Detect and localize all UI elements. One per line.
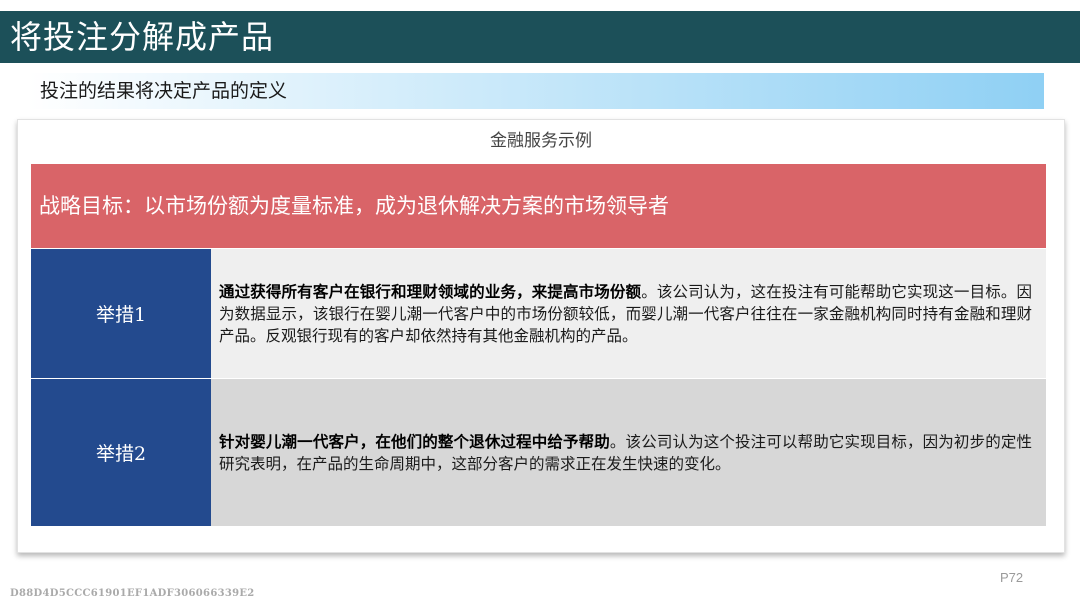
measure-row-2: 举措2 针对婴儿潮一代客户，在他们的整个退休过程中给予帮助。该公司认为这个投注可… xyxy=(31,379,1046,526)
measure-description: 通过获得所有客户在银行和理财领域的业务，来提高市场份额。该公司认为，这在投注有可… xyxy=(219,281,1032,347)
measure-label: 举措2 xyxy=(95,443,147,465)
measure-label-cell: 举措1 xyxy=(31,249,211,378)
measure-headline: 通过获得所有客户在银行和理财领域的业务，来提高市场份额 xyxy=(219,281,642,301)
measure-label: 举措1 xyxy=(95,304,147,326)
strategic-goal-text: 战略目标：以市场份额为度量标准，成为退休解决方案的市场领导者 xyxy=(39,194,669,218)
strategic-goal-bar: 战略目标：以市场份额为度量标准，成为退休解决方案的市场领导者 xyxy=(31,164,1046,248)
subtitle-bar: 投注的结果将决定产品的定义 xyxy=(28,73,1044,109)
page-title: 将投注分解成产品 xyxy=(10,18,275,56)
measure-label-cell: 举措2 xyxy=(31,379,211,526)
panel-caption: 金融服务示例 xyxy=(490,131,592,151)
title-bar: 将投注分解成产品 xyxy=(0,11,1080,63)
measure-description-cell: 通过获得所有客户在银行和理财领域的业务，来提高市场份额。该公司认为，这在投注有可… xyxy=(211,249,1046,378)
measure-description-cell: 针对婴儿潮一代客户，在他们的整个退休过程中给予帮助。该公司认为这个投注可以帮助它… xyxy=(211,379,1046,526)
measure-description: 针对婴儿潮一代客户，在他们的整个退休过程中给予帮助。该公司认为这个投注可以帮助它… xyxy=(219,431,1032,475)
document-id-watermark: D88D4D5CCC61901EF1ADF306066339E2 xyxy=(10,588,255,599)
example-panel: 金融服务示例 战略目标：以市场份额为度量标准，成为退休解决方案的市场领导者 举措… xyxy=(17,119,1065,553)
measure-headline: 针对婴儿潮一代客户，在他们的整个退休过程中给予帮助 xyxy=(219,431,610,451)
measure-row-1: 举措1 通过获得所有客户在银行和理财领域的业务，来提高市场份额。该公司认为，这在… xyxy=(31,249,1046,378)
page-subtitle: 投注的结果将决定产品的定义 xyxy=(40,80,288,102)
page-number: P72 xyxy=(1000,570,1024,585)
